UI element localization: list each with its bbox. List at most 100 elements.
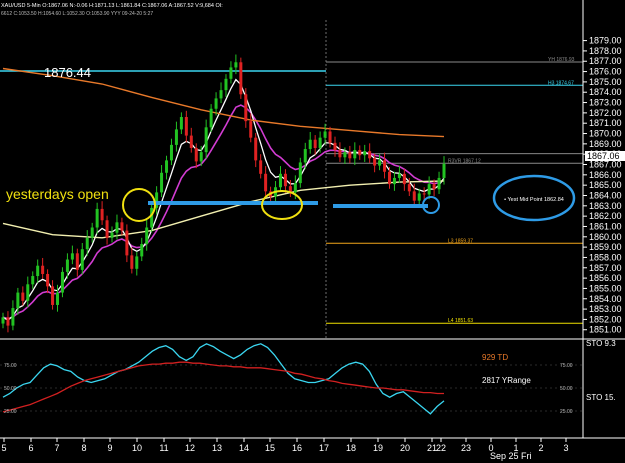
x-tick-label: 7 xyxy=(54,443,59,453)
candle-down xyxy=(194,147,198,162)
y-tick-label: 1857.00 xyxy=(589,263,622,273)
candle-up xyxy=(397,173,401,178)
candle-down xyxy=(21,292,25,301)
candle-up xyxy=(427,184,431,195)
price-big-label: 1876.44 xyxy=(44,65,91,80)
sto-label-top: STO 9.3 xyxy=(586,339,616,348)
candle-up xyxy=(353,150,357,159)
candle-up xyxy=(179,117,183,130)
candle-down xyxy=(100,208,104,221)
y-tick-label: 1858.00 xyxy=(589,252,622,262)
candle-up xyxy=(343,152,347,158)
candle-up xyxy=(323,131,327,138)
trading-chart[interactable]: YH 1876.93 H3 1874.67 R3VR 1867.12 L3 1859.… xyxy=(0,0,625,463)
y-tick-label: 1855.00 xyxy=(589,283,622,293)
td-label: 929 TD xyxy=(482,353,508,362)
candle-down xyxy=(244,94,248,122)
candle-up xyxy=(392,177,396,185)
candle-up xyxy=(378,160,382,166)
candle-down xyxy=(249,121,253,138)
y-tick-label: 1867.00 xyxy=(589,160,622,170)
x-tick-label: 18 xyxy=(346,443,356,453)
y-tick-label: 1866.00 xyxy=(589,170,622,180)
date-label: Sep 25 Fri xyxy=(490,451,532,461)
yesterdays-open-label: yesterdays open xyxy=(6,186,109,202)
x-tick-label: 19 xyxy=(373,443,383,453)
candle-down xyxy=(264,173,268,192)
candle-down xyxy=(358,150,362,156)
osc-tick-left: 50.00 xyxy=(4,386,17,392)
level-label: L4 1851.63 xyxy=(448,318,473,324)
y-tick-label: 1879.00 xyxy=(589,36,622,46)
candle-up xyxy=(60,271,64,293)
candle-up xyxy=(160,172,164,193)
x-tick-label: 2 xyxy=(538,443,543,453)
candle-up xyxy=(308,139,312,150)
candle-down xyxy=(373,158,377,166)
candle-up xyxy=(229,67,233,79)
osc-tick-right: 50.00 xyxy=(560,386,573,392)
candle-down xyxy=(412,191,416,201)
level-label: R3VR 1867.12 xyxy=(448,158,481,164)
level-label: H3 1874.67 xyxy=(548,80,574,86)
candle-up xyxy=(219,90,223,99)
candle-up xyxy=(26,284,30,301)
sub-line: 6612 C:1053.50 H:1054.60 L:1052.30 O:105… xyxy=(1,11,153,17)
candle-down xyxy=(239,62,243,95)
candle-up xyxy=(16,292,20,309)
osc-tick-left: 75.00 xyxy=(4,363,17,369)
x-tick-label: 22 xyxy=(436,443,446,453)
y-tick-label: 1851.00 xyxy=(589,325,622,335)
yrange-label: 2817 YRange xyxy=(482,376,531,385)
y-tick-label: 1852.00 xyxy=(589,314,622,324)
candle-down xyxy=(41,265,45,274)
callout-label: • Yest Mid Point 1862.84 xyxy=(504,197,564,203)
x-tick-label: 14 xyxy=(239,443,249,453)
candle-down xyxy=(432,184,436,190)
candle-up xyxy=(303,149,307,163)
candle-up xyxy=(85,237,89,250)
osc-tick-right: 75.00 xyxy=(560,363,573,369)
candle-up xyxy=(442,163,446,178)
candle-down xyxy=(105,220,109,238)
candle-up xyxy=(437,177,441,190)
candle-up xyxy=(209,108,213,128)
candle-up xyxy=(174,129,178,145)
candle-up xyxy=(90,227,94,238)
candle-up xyxy=(140,244,144,257)
candle-up xyxy=(95,208,99,228)
candle-down xyxy=(184,117,188,136)
y-tick-label: 1865.00 xyxy=(589,180,622,190)
candle-down xyxy=(189,135,193,148)
candle-up xyxy=(293,183,297,193)
candle-up xyxy=(204,127,208,153)
symbol-line: XAU/USD 5-Min O:1867.06 N:-0.06 H:1871.1… xyxy=(1,3,223,9)
candle-down xyxy=(313,139,317,148)
candle-down xyxy=(6,317,10,326)
x-tick-label: 10 xyxy=(132,443,142,453)
x-tick-label: 3 xyxy=(563,443,568,453)
candle-up xyxy=(115,222,119,233)
x-tick-label: 5 xyxy=(1,443,6,453)
y-tick-label: 1872.00 xyxy=(589,108,622,118)
y-tick-label: 1876.00 xyxy=(589,67,622,77)
x-tick-label: 15 xyxy=(265,443,275,453)
candle-up xyxy=(234,62,238,68)
candle-down xyxy=(51,286,55,305)
candle-up xyxy=(1,317,5,324)
y-tick-label: 1863.00 xyxy=(589,201,622,211)
x-tick-label: 6 xyxy=(28,443,33,453)
y-tick-label: 1874.00 xyxy=(589,87,622,97)
candle-up xyxy=(65,259,69,272)
last-price: 1867.06 xyxy=(587,151,620,161)
candle-down xyxy=(368,151,372,159)
x-tick-label: 12 xyxy=(185,443,195,453)
y-tick-label: 1877.00 xyxy=(589,56,622,66)
candle-up xyxy=(145,227,149,245)
candle-up xyxy=(298,162,302,184)
x-tick-label: 11 xyxy=(159,443,168,453)
price-axis[interactable]: 1851.001852.001853.001854.001855.001856.… xyxy=(583,36,622,335)
level-label: L3 1859.37 xyxy=(448,238,473,244)
candle-down xyxy=(46,273,50,287)
candle-up xyxy=(214,98,218,109)
